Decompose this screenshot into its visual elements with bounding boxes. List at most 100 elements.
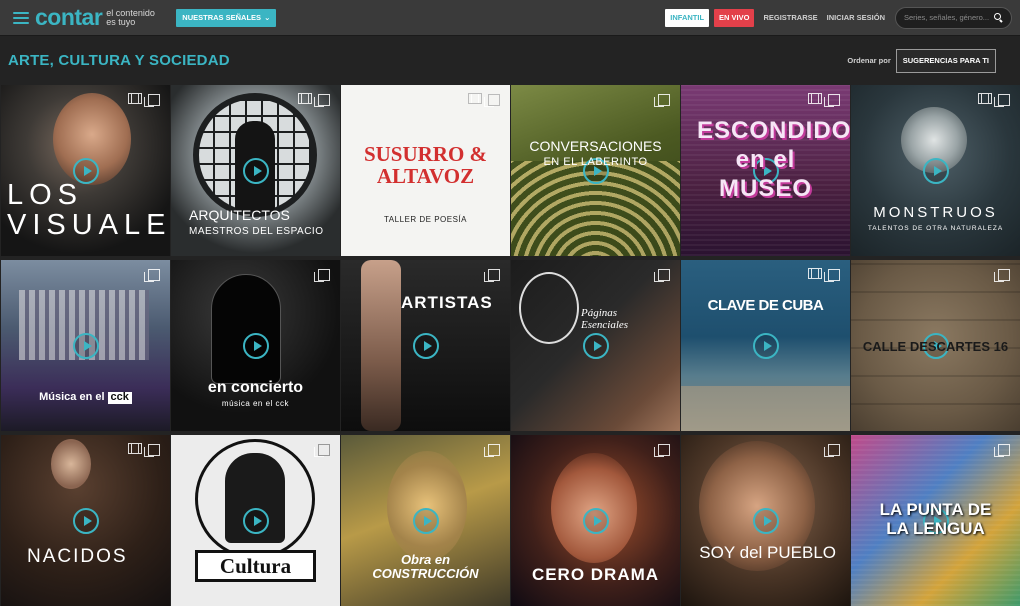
tile-title: ARTISTAS xyxy=(401,293,493,312)
play-icon[interactable] xyxy=(752,332,779,359)
copy-icon[interactable] xyxy=(144,444,160,457)
tile-subtitle: TALENTOS DE OTRA NATURALEZA xyxy=(867,225,1004,232)
tile-title: LA PUNTA DE LA LENGUA xyxy=(879,500,992,538)
copy-icon[interactable] xyxy=(994,444,1010,457)
copy-icon[interactable] xyxy=(994,269,1010,282)
tile-title: Páginas Esenciales xyxy=(581,307,629,331)
tile-actions xyxy=(978,93,1010,107)
tile-title: en concierto xyxy=(207,379,304,396)
search-icon[interactable] xyxy=(994,13,1003,22)
tile-monstruos[interactable]: MONSTRUOS TALENTOS DE OTRA NATURALEZA xyxy=(851,85,1020,256)
signals-dropdown-button[interactable]: NUESTRAS SEÑALES ⌄ xyxy=(176,8,277,27)
search-box[interactable] xyxy=(895,6,1012,29)
play-icon[interactable] xyxy=(412,507,439,534)
section-header: ARTE, CULTURA Y SOCIEDAD Ordenar por SUG… xyxy=(0,37,1020,84)
film-icon[interactable] xyxy=(468,93,482,104)
film-icon[interactable] xyxy=(808,268,822,279)
tile-actions xyxy=(128,93,160,107)
play-icon[interactable] xyxy=(72,507,99,534)
logo[interactable]: contar xyxy=(35,6,103,29)
play-icon[interactable] xyxy=(242,507,269,534)
figure-silhouette xyxy=(211,274,281,384)
tile-artistas[interactable]: ARTISTAS xyxy=(341,260,510,431)
tile-actions xyxy=(144,268,160,282)
chevron-down-icon: ⌄ xyxy=(264,13,271,22)
beach-image xyxy=(681,386,850,431)
film-icon[interactable] xyxy=(298,93,312,104)
tile-title: Obra en CONSTRUCCIÓN xyxy=(372,552,479,582)
copy-icon[interactable] xyxy=(484,94,500,107)
login-link[interactable]: INICIAR SESIÓN xyxy=(827,13,885,22)
tile-actions xyxy=(808,268,840,282)
order-label: Ordenar por xyxy=(847,56,891,65)
tile-cultura[interactable]: Cultura xyxy=(171,435,340,606)
copy-icon[interactable] xyxy=(654,269,670,282)
film-icon[interactable] xyxy=(128,443,142,454)
film-icon[interactable] xyxy=(978,93,992,104)
copy-icon[interactable] xyxy=(654,94,670,107)
tile-paginas-esenciales[interactable]: Páginas Esenciales xyxy=(511,260,680,431)
play-icon[interactable] xyxy=(242,157,269,184)
play-icon[interactable] xyxy=(752,507,779,534)
tile-los-visuales[interactable]: LOS VISUALES xyxy=(1,85,170,256)
portrait-image xyxy=(51,439,91,489)
tile-clave-de-cuba[interactable]: CLAVE DE CUBA xyxy=(681,260,850,431)
tile-escondidos-en-el-museo[interactable]: ESCONDIDOS en el MUSEO xyxy=(681,85,850,256)
search-input[interactable] xyxy=(904,13,994,22)
dancer-image xyxy=(361,260,401,431)
tile-actions xyxy=(298,93,330,107)
tile-actions xyxy=(654,268,670,282)
tile-actions xyxy=(128,443,160,457)
play-icon[interactable] xyxy=(242,332,269,359)
infantil-button[interactable]: INFANTIL xyxy=(665,8,710,27)
play-icon[interactable] xyxy=(412,332,439,359)
play-icon[interactable] xyxy=(72,332,99,359)
tile-susurro-altavoz[interactable]: SUSURRO & ALTAVOZ TALLER DE POESÍA xyxy=(341,85,510,256)
tile-cero-drama[interactable]: CERO DRAMA xyxy=(511,435,680,606)
play-icon[interactable] xyxy=(582,332,609,359)
signals-label: NUESTRAS SEÑALES xyxy=(182,13,262,22)
tile-title: SUSURRO & ALTAVOZ xyxy=(363,142,488,189)
play-icon[interactable] xyxy=(922,157,949,184)
copy-icon[interactable] xyxy=(484,444,500,457)
copy-icon[interactable] xyxy=(484,269,500,282)
copy-icon[interactable] xyxy=(314,94,330,107)
tile-subtitle: EN EL LABERINTO xyxy=(543,156,648,168)
copy-icon[interactable] xyxy=(824,94,840,107)
copy-icon[interactable] xyxy=(824,444,840,457)
en-vivo-button[interactable]: EN VIVO xyxy=(714,8,755,27)
tile-actions xyxy=(654,93,670,107)
hamburger-icon[interactable] xyxy=(13,11,29,24)
play-icon[interactable] xyxy=(582,507,609,534)
register-link[interactable]: REGISTRARSE xyxy=(763,13,817,22)
copy-icon[interactable] xyxy=(144,269,160,282)
tile-nacidos[interactable]: NACIDOS xyxy=(1,435,170,606)
copy-icon[interactable] xyxy=(314,269,330,282)
copy-icon[interactable] xyxy=(654,444,670,457)
tile-actions xyxy=(654,443,670,457)
order-select[interactable]: SUGERENCIAS PARA TI xyxy=(895,48,996,73)
film-icon[interactable] xyxy=(128,93,142,104)
tile-calle-descartes-16[interactable]: CALLE DESCARTES 16 xyxy=(851,260,1020,431)
section-title: ARTE, CULTURA Y SOCIEDAD xyxy=(8,52,230,69)
tile-title: CLAVE DE CUBA xyxy=(707,297,824,314)
tile-title: NACIDOS xyxy=(27,546,128,567)
tile-title: SOY del PUEBLO xyxy=(699,543,836,562)
tile-title: ESCONDIDOS en el MUSEO xyxy=(697,117,850,202)
tile-soy-del-pueblo[interactable]: SOY del PUEBLO xyxy=(681,435,850,606)
tile-la-punta-de-la-lengua[interactable]: LA PUNTA DE LA LENGUA xyxy=(851,435,1020,606)
tile-musica-en-el-cck[interactable]: Música en el cck xyxy=(1,260,170,431)
copy-icon[interactable] xyxy=(824,269,840,282)
copy-icon[interactable] xyxy=(144,94,160,107)
copy-icon[interactable] xyxy=(994,94,1010,107)
tile-conversaciones[interactable]: CONVERSACIONES EN EL LABERINTO xyxy=(511,85,680,256)
tile-title: Cultura xyxy=(195,550,316,583)
film-icon[interactable] xyxy=(808,93,822,104)
tile-obra-en-construccion[interactable]: Obra en CONSTRUCCIÓN xyxy=(341,435,510,606)
tile-arquitectos[interactable]: ARQUITECTOS MAESTROS DEL ESPACIO xyxy=(171,85,340,256)
tile-actions xyxy=(314,443,330,457)
tile-actions xyxy=(468,93,500,107)
tile-en-concierto[interactable]: en concierto música en el cck xyxy=(171,260,340,431)
copy-icon[interactable] xyxy=(314,444,330,457)
tile-title: MONSTRUOS xyxy=(873,204,998,221)
